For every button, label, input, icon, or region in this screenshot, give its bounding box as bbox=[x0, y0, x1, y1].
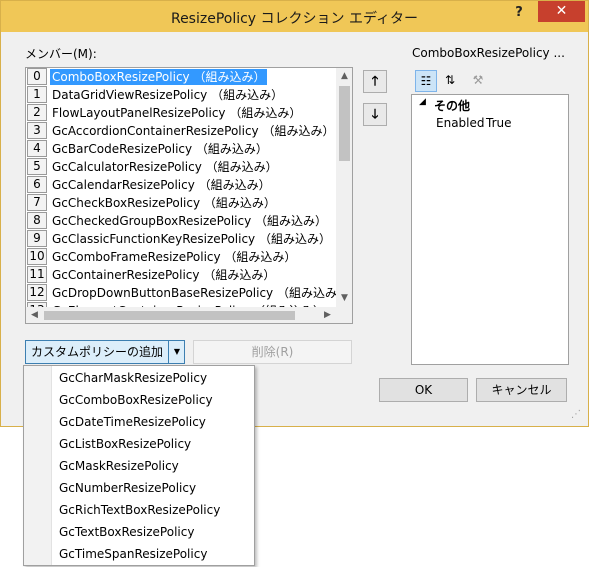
member-name: DataGridViewResizePolicy （組み込み） bbox=[52, 88, 284, 102]
member-name: GcCheckedGroupBoxResizePolicy （組み込み） bbox=[52, 214, 328, 228]
property-grid[interactable]: ◢ その他 Enabled True bbox=[411, 94, 569, 365]
member-name: FlowLayoutPanelResizePolicy （組み込み） bbox=[52, 106, 302, 120]
member-row[interactable]: 5 GcCalculatorResizePolicy （組み込み） bbox=[26, 158, 336, 176]
member-name: GcContainerResizePolicy （組み込み） bbox=[52, 268, 276, 282]
title-bar[interactable]: ResizePolicy コレクション エディター ? ✕ bbox=[1, 1, 588, 32]
property-category[interactable]: ◢ その他 bbox=[412, 95, 568, 113]
dropdown-menu-item[interactable]: GcTextBoxResizePolicy bbox=[59, 521, 249, 543]
horizontal-scrollbar[interactable]: ◀ ▶ bbox=[26, 307, 336, 323]
dropdown-menu-item[interactable]: GcCharMaskResizePolicy bbox=[59, 367, 249, 389]
scroll-right-arrow-icon[interactable]: ▶ bbox=[319, 307, 336, 323]
member-row[interactable]: 2 FlowLayoutPanelResizePolicy （組み込み） bbox=[26, 104, 336, 122]
member-name: ComboBoxResizePolicy （組み込み） bbox=[50, 69, 268, 85]
close-button[interactable]: ✕ bbox=[538, 1, 585, 22]
dropdown-menu-item[interactable]: GcRichTextBoxResizePolicy bbox=[59, 499, 249, 521]
dropdown-menu-item[interactable]: GcListBoxResizePolicy bbox=[59, 433, 249, 455]
scroll-down-arrow-icon[interactable]: ▼ bbox=[336, 290, 352, 307]
member-index: 7 bbox=[27, 194, 47, 211]
custom-policy-dropdown-menu: GcCharMaskResizePolicy GcComboBoxResizePo… bbox=[23, 365, 255, 566]
ok-button[interactable]: OK bbox=[379, 378, 468, 402]
help-button[interactable]: ? bbox=[509, 3, 529, 23]
horizontal-scroll-thumb[interactable] bbox=[44, 311, 295, 320]
down-arrow-icon: 🡓 bbox=[371, 107, 379, 122]
member-name: GcCalendarResizePolicy （組み込み） bbox=[52, 178, 271, 192]
category-label: その他 bbox=[434, 99, 471, 113]
member-index: 6 bbox=[27, 176, 47, 193]
members-label: メンバー(M): bbox=[25, 47, 97, 61]
dropdown-menu-item[interactable]: GcNumberResizePolicy bbox=[59, 477, 249, 499]
scroll-corner bbox=[336, 307, 352, 323]
member-index: 5 bbox=[27, 158, 47, 175]
members-list[interactable]: 0 ComboBoxResizePolicy （組み込み） 1 DataGridVie… bbox=[25, 67, 353, 324]
member-name: GcAccordionContainerResizePolicy （組み込み） bbox=[52, 124, 335, 138]
member-index: 1 bbox=[27, 86, 47, 103]
move-down-button[interactable]: 🡓 bbox=[363, 103, 387, 126]
property-name: Enabled bbox=[436, 116, 484, 130]
member-row[interactable]: 11 GcContainerResizePolicy （組み込み） bbox=[26, 266, 336, 284]
up-arrow-icon: 🡑 bbox=[371, 74, 379, 89]
cancel-button[interactable]: キャンセル bbox=[476, 378, 567, 402]
vertical-scroll-thumb[interactable] bbox=[339, 86, 350, 161]
member-row[interactable]: 9 GcClassicFunctionKeyResizePolicy （組み込み） bbox=[26, 230, 336, 248]
member-index: 10 bbox=[27, 248, 47, 265]
member-row[interactable]: 8 GcCheckedGroupBoxResizePolicy （組み込み） bbox=[26, 212, 336, 230]
categorized-view-icon[interactable]: ☷ bbox=[415, 70, 437, 92]
scroll-left-arrow-icon[interactable]: ◀ bbox=[26, 307, 43, 323]
member-index: 3 bbox=[27, 122, 47, 139]
property-value[interactable]: True bbox=[486, 116, 512, 130]
member-name: GcCalculatorResizePolicy （組み込み） bbox=[52, 160, 278, 174]
member-row[interactable]: 4 GcBarCodeResizePolicy （組み込み） bbox=[26, 140, 336, 158]
member-name: GcComboFrameResizePolicy （組み込み） bbox=[52, 250, 297, 264]
member-row[interactable]: 12 GcDropDownButtonBaseResizePolicy （組み込み… bbox=[26, 284, 349, 302]
member-index: 4 bbox=[27, 140, 47, 157]
member-row[interactable]: 7 GcCheckBoxResizePolicy （組み込み） bbox=[26, 194, 336, 212]
add-custom-policy-button[interactable]: カスタムポリシーの追加 bbox=[26, 341, 168, 363]
member-row[interactable]: 10 GcComboFrameResizePolicy （組み込み） bbox=[26, 248, 336, 266]
property-row-enabled[interactable]: Enabled True bbox=[412, 114, 568, 132]
member-name: GcCheckBoxResizePolicy （組み込み） bbox=[52, 196, 276, 210]
member-name: GcDropDownButtonBaseResizePolicy （組み込み） bbox=[52, 286, 349, 300]
member-row[interactable]: 1 DataGridViewResizePolicy （組み込み） bbox=[26, 86, 336, 104]
property-toolbar: ☷ ⇅ ⚒ bbox=[411, 67, 569, 94]
member-index: 9 bbox=[27, 230, 47, 247]
resize-grip-icon[interactable]: ⋰ bbox=[571, 409, 583, 421]
alphabetical-sort-icon[interactable]: ⇅ bbox=[439, 70, 461, 92]
member-name: GcBarCodeResizePolicy （組み込み） bbox=[52, 142, 268, 156]
dropdown-menu-item[interactable]: GcDateTimeResizePolicy bbox=[59, 411, 249, 433]
member-index: 11 bbox=[27, 266, 47, 283]
collapse-icon[interactable]: ◢ bbox=[419, 97, 426, 107]
member-row[interactable]: 0 ComboBoxResizePolicy （組み込み） bbox=[26, 68, 336, 86]
dropdown-arrow-icon[interactable]: ▼ bbox=[168, 341, 185, 363]
member-index: 2 bbox=[27, 104, 47, 121]
scroll-up-arrow-icon[interactable]: ▲ bbox=[336, 68, 352, 85]
collection-editor-window: ResizePolicy コレクション エディター ? ✕ メンバー(M): 0… bbox=[0, 0, 589, 427]
remove-button[interactable]: 削除(R) bbox=[193, 340, 352, 364]
properties-header: ComboBoxResizePolicy ... bbox=[412, 46, 565, 60]
member-name: GcClassicFunctionKeyResizePolicy （組み込み） bbox=[52, 232, 331, 246]
add-custom-policy-split-button[interactable]: カスタムポリシーの追加 ▼ bbox=[25, 340, 185, 364]
member-index: 12 bbox=[27, 284, 47, 301]
member-index: 8 bbox=[27, 212, 47, 229]
move-up-button[interactable]: 🡑 bbox=[363, 70, 387, 93]
member-row[interactable]: 6 GcCalendarResizePolicy （組み込み） bbox=[26, 176, 336, 194]
dropdown-menu-item[interactable]: GcTimeSpanResizePolicy bbox=[59, 543, 249, 565]
member-row[interactable]: 3 GcAccordionContainerResizePolicy （組み込み） bbox=[26, 122, 336, 140]
property-pages-icon[interactable]: ⚒ bbox=[467, 70, 489, 92]
dropdown-menu-item[interactable]: GcMaskResizePolicy bbox=[59, 455, 249, 477]
member-index: 0 bbox=[27, 68, 47, 85]
vertical-scrollbar[interactable]: ▲ ▼ bbox=[336, 68, 352, 307]
dropdown-menu-item[interactable]: GcComboBoxResizePolicy bbox=[59, 389, 249, 411]
window-title: ResizePolicy コレクション エディター bbox=[170, 11, 419, 27]
menu-gutter bbox=[24, 366, 52, 565]
